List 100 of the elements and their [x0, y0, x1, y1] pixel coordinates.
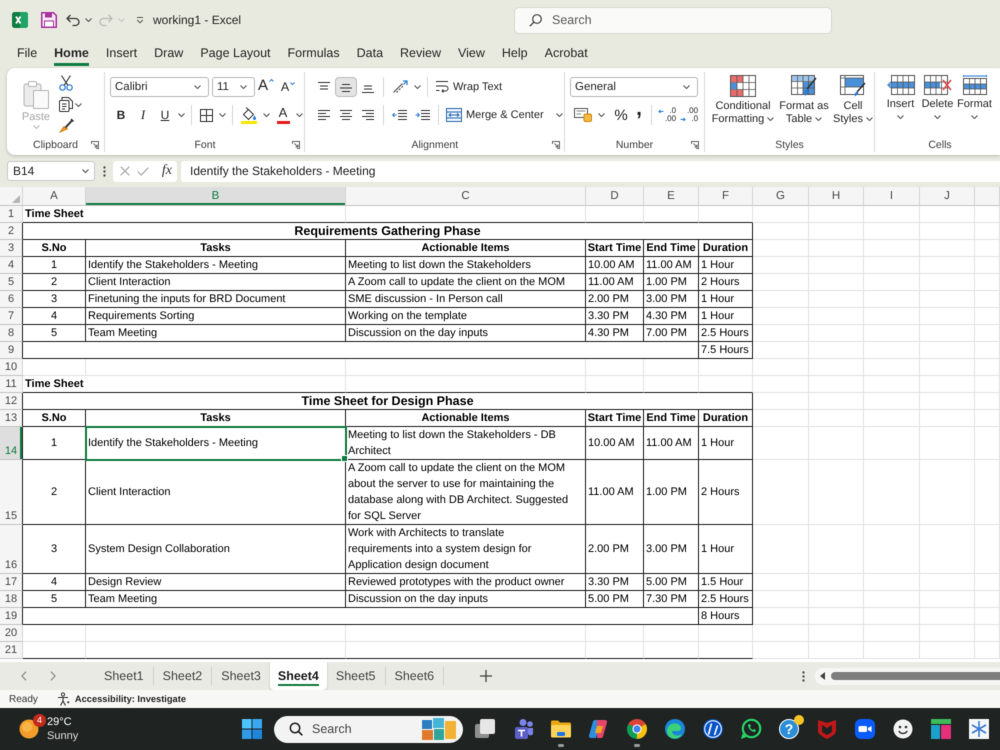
style-button[interactable]: Cell Styles — [832, 72, 874, 130]
comma-style-button[interactable]: , — [631, 105, 647, 125]
caret-icon[interactable] — [296, 113, 303, 117]
table-cell[interactable]: Work with Architects to translate requirements into a system design for Application design document — [346, 525, 586, 574]
table-cell[interactable]: SME discussion - In Person call — [346, 291, 586, 308]
shrink-font-button[interactable]: A — [277, 77, 299, 97]
borders-icon[interactable] — [200, 108, 213, 122]
table-cell[interactable]: 5.00 PM — [586, 591, 644, 608]
save-icon[interactable] — [41, 12, 57, 28]
chat-bubble-icon[interactable] — [740, 718, 762, 740]
column-header[interactable]: B — [86, 187, 346, 206]
table-cell[interactable]: Client Interaction — [86, 274, 346, 291]
table-cell[interactable]: 7.30 PM — [644, 591, 699, 608]
row-header[interactable]: 21 — [0, 642, 23, 659]
currency-icon[interactable] — [574, 108, 592, 122]
plus-icon[interactable] — [480, 670, 492, 682]
formula-field[interactable]: Identify the Stakeholders - Meeting — [181, 160, 1000, 182]
table-cell[interactable]: 11.00 AM — [644, 257, 699, 274]
decrease-decimal-button[interactable]: .00 .0 — [678, 107, 700, 123]
table-header[interactable]: Start Time — [586, 240, 644, 257]
row-header[interactable]: 6 — [0, 291, 23, 308]
caret-icon[interactable] — [82, 169, 89, 173]
swirl-logo-icon[interactable] — [588, 718, 610, 740]
dialog-launcher-icon[interactable] — [292, 140, 300, 148]
sheet-tab[interactable]: Sheet4 — [270, 662, 327, 690]
table-cell[interactable]: Meeting to list down the Stakeholders - DB Architect — [346, 427, 586, 460]
row-header[interactable]: 7 — [0, 308, 23, 325]
row-header[interactable]: 5 — [0, 274, 23, 291]
dialog-launcher-icon[interactable] — [91, 140, 99, 148]
menu-tab[interactable]: Data — [356, 40, 384, 66]
caret-icon[interactable] — [240, 85, 247, 89]
table-cell[interactable]: 4.30 PM — [644, 308, 699, 325]
column-header[interactable]: F — [699, 187, 753, 206]
delete-button[interactable]: Delete — [919, 72, 956, 134]
angled-text-icon[interactable] — [392, 80, 408, 94]
copy-icon[interactable] — [59, 97, 73, 112]
menu-tab[interactable]: Insert — [106, 40, 138, 66]
column-header[interactable]: G — [753, 187, 809, 206]
menu-tab[interactable]: Page Layout — [200, 40, 271, 66]
table-cell[interactable]: 2.5 Hours — [699, 325, 753, 342]
table-header[interactable]: End Time — [644, 240, 699, 257]
table-cell[interactable]: A Zoom call to update the client on the MOM — [346, 274, 586, 291]
row-header[interactable]: 8 — [0, 325, 23, 342]
bold-button[interactable]: B — [110, 105, 132, 125]
table-cell[interactable]: 1.00 PM — [644, 274, 699, 291]
table-cell[interactable]: Reviewed prototypes with the product owner — [346, 574, 586, 591]
table-header[interactable]: Start Time — [586, 410, 644, 427]
accessibility-button[interactable]: Accessibility: Investigate — [56, 692, 186, 706]
menu-tab[interactable]: Formulas — [288, 40, 340, 66]
column-header[interactable]: E — [644, 187, 699, 206]
row-header[interactable]: 9 — [0, 342, 23, 359]
table-cell[interactable]: 3.30 PM — [586, 308, 644, 325]
insert-button[interactable]: Insert — [882, 72, 919, 134]
table-cell[interactable]: 3.30 PM — [586, 574, 644, 591]
grow-font-button[interactable]: A — [255, 77, 277, 97]
paintbrush-icon[interactable] — [59, 118, 74, 133]
merge-center-button[interactable]: Merge & Center — [446, 105, 565, 125]
align-right-icon[interactable] — [361, 110, 375, 120]
caret-icon[interactable] — [75, 102, 82, 106]
blocks-logo-icon[interactable] — [930, 718, 952, 740]
caret-icon[interactable] — [598, 113, 605, 117]
disc-logo-icon[interactable] — [702, 718, 724, 740]
table-cell[interactable]: 7.00 PM — [644, 325, 699, 342]
column-header[interactable]: H — [809, 187, 864, 206]
caret-icon[interactable] — [85, 18, 92, 22]
undo-icon[interactable] — [66, 14, 80, 26]
menu-tab[interactable]: View — [458, 40, 485, 66]
align-left-icon[interactable] — [317, 110, 331, 120]
table-cell[interactable]: 2 — [23, 274, 86, 291]
table-cell[interactable]: 10.00 AM — [586, 427, 644, 460]
active-cell[interactable]: Identify the Stakeholders - Meeting — [86, 427, 346, 460]
table-cell[interactable]: 4.30 PM — [586, 325, 644, 342]
number-format-dropdown[interactable]: General — [570, 77, 698, 97]
table-cell[interactable]: Working on the template — [346, 308, 586, 325]
table-cell[interactable]: 2.00 PM — [586, 525, 644, 574]
scissors-icon[interactable] — [59, 75, 73, 91]
caret-icon[interactable] — [767, 116, 774, 121]
table-cell[interactable]: 7.5 Hours — [699, 342, 753, 359]
column-header[interactable]: D — [586, 187, 644, 206]
table-header[interactable]: S.No — [23, 240, 86, 257]
table-cell[interactable]: 11.00 AM — [586, 460, 644, 525]
row-header[interactable]: 18 — [0, 591, 23, 608]
table-cell[interactable]: A Zoom call to update the client on the MOM about the server to use for maintaining the database along with DB Architect. Suggested for SQL Server — [346, 460, 586, 525]
percent-button[interactable]: % — [611, 105, 631, 125]
table-cell[interactable]: 1.00 PM — [644, 460, 699, 525]
table-cell[interactable]: 1 Hour — [699, 308, 753, 325]
caret-icon[interactable] — [263, 113, 270, 117]
scrollbar-thumb[interactable] — [831, 672, 1000, 680]
table-header[interactable]: Tasks — [86, 410, 346, 427]
table-cell[interactable]: 3.00 PM — [644, 525, 699, 574]
table-cell[interactable]: 1 Hour — [699, 257, 753, 274]
table-cell[interactable]: Client Interaction — [86, 460, 346, 525]
table-cell[interactable]: 4 — [23, 574, 86, 591]
table-header[interactable]: Duration — [699, 410, 753, 427]
table-cell[interactable]: Design Review — [86, 574, 346, 591]
dialog-launcher-icon[interactable] — [552, 140, 560, 148]
column-header[interactable]: I — [864, 187, 920, 206]
row-header[interactable]: 19 — [0, 608, 23, 625]
check-icon[interactable] — [137, 166, 149, 176]
table-cell[interactable]: 8 Hours — [699, 608, 753, 625]
